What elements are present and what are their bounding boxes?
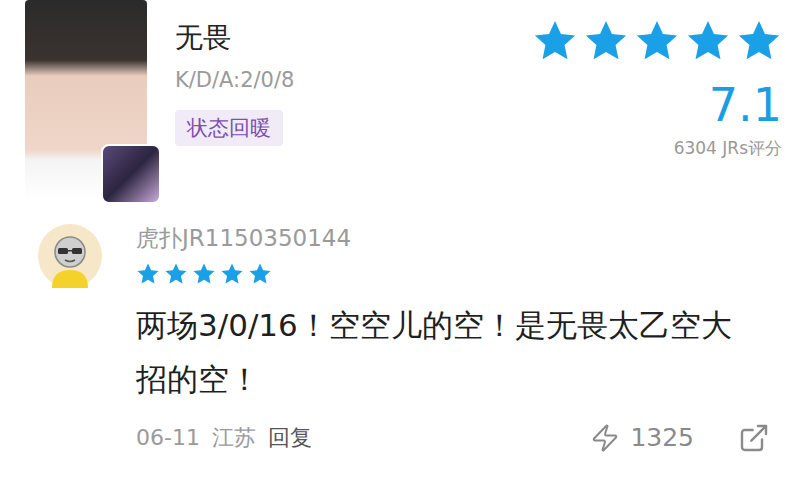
- star-icon: [192, 262, 216, 286]
- reply-button[interactable]: 回复: [268, 423, 312, 453]
- comment-location: 江苏: [212, 423, 256, 453]
- comment-item: 虎扑JR1150350144 两场3/0/16！空空儿的空！是无畏太乙空大招的空！…: [0, 212, 800, 454]
- like-button[interactable]: 1325: [590, 423, 694, 453]
- lightning-icon: [590, 423, 620, 453]
- star-icon: [583, 18, 629, 64]
- player-rating: 7.1 6304 JRs评分: [532, 0, 782, 160]
- comment-text: 两场3/0/16！空空儿的空！是无畏太乙空大招的空！: [136, 298, 746, 406]
- star-rating: [532, 18, 782, 64]
- player-info: 无畏 K/D/A:2/0/8 状态回暖: [175, 0, 532, 146]
- rating-count: 6304 JRs评分: [674, 137, 782, 160]
- star-icon: [164, 262, 188, 286]
- star-icon: [634, 18, 680, 64]
- player-header: 无畏 K/D/A:2/0/8 状态回暖 7.1 6304 JRs评分: [0, 0, 800, 212]
- comment-username[interactable]: 虎扑JR1150350144: [136, 224, 770, 254]
- star-icon: [220, 262, 244, 286]
- rating-page: 无畏 K/D/A:2/0/8 状态回暖 7.1 6304 JRs评分虎扑JR115035…: [0, 0, 800, 497]
- star-icon: [248, 262, 272, 286]
- rating-score: 7.1: [709, 80, 782, 131]
- share-icon[interactable]: [738, 422, 770, 454]
- star-icon: [136, 262, 160, 286]
- star-icon: [685, 18, 731, 64]
- comment-footer: 06-11 江苏回复 1325: [136, 422, 770, 454]
- comment-body: 虎扑JR1150350144 两场3/0/16！空空儿的空！是无畏太乙空大招的空！…: [136, 224, 770, 454]
- player-kda: K/D/A:2/0/8: [175, 68, 294, 92]
- comment-date: 06-11: [136, 425, 200, 450]
- player-photo-wrap: [25, 0, 147, 200]
- player-name: 无畏: [175, 20, 231, 56]
- like-count: 1325: [630, 423, 694, 452]
- user-avatar-icon[interactable]: [38, 224, 102, 288]
- status-tag: 状态回暖: [175, 110, 283, 146]
- star-icon: [532, 18, 578, 64]
- star-icon: [736, 18, 782, 64]
- hero-icon: [101, 144, 161, 204]
- star-rating: [136, 262, 770, 286]
